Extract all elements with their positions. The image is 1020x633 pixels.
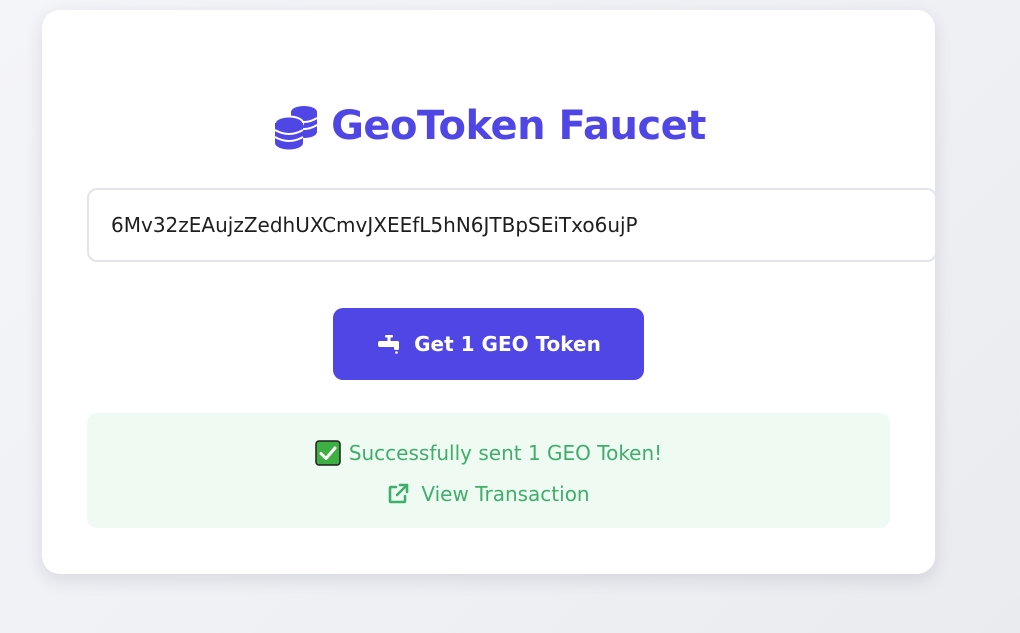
faucet-icon [376,334,402,354]
check-icon [315,440,341,466]
get-token-button[interactable]: Get 1 GEO Token [333,308,644,380]
success-message-box: Successfully sent 1 GEO Token! View Tran… [87,413,890,528]
faucet-card: GeoToken Faucet Get 1 GEO Token Successf… [42,10,937,574]
external-link-icon [387,483,409,505]
wallet-address-input[interactable] [87,188,937,262]
page-header: GeoToken Faucet [42,96,935,156]
view-transaction-link[interactable]: View Transaction [87,479,890,509]
coins-icon [271,101,321,151]
view-transaction-label: View Transaction [421,482,590,506]
success-text: Successfully sent 1 GEO Token! [348,441,663,465]
page-title: GeoToken Faucet [331,103,706,149]
success-line: Successfully sent 1 GEO Token! [87,437,890,469]
get-token-button-label: Get 1 GEO Token [414,332,601,356]
